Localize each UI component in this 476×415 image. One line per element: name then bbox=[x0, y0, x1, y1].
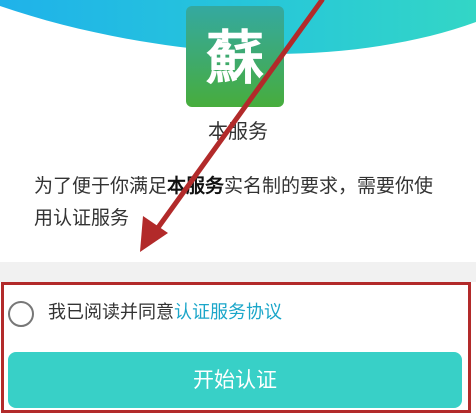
description-emphasis: 本服务 bbox=[167, 175, 225, 197]
agreement-row[interactable]: 我已阅读并同意认证服务协议 bbox=[0, 282, 476, 344]
service-name: 本服务 bbox=[208, 119, 268, 143]
start-auth-button[interactable]: 开始认证 bbox=[8, 352, 462, 408]
app-logo: 蘇 bbox=[186, 6, 284, 107]
description-before: 为了便于你满足 bbox=[34, 175, 168, 197]
agreement-link[interactable]: 认证服务协议 bbox=[174, 302, 282, 323]
agreement-radio[interactable] bbox=[8, 301, 34, 327]
logo-glyph: 蘇 bbox=[206, 24, 264, 92]
agreement-text: 我已阅读并同意认证服务协议 bbox=[48, 300, 282, 326]
agreement-prefix: 我已阅读并同意 bbox=[48, 302, 174, 323]
auth-consent-page: 蘇 本服务 为了便于你满足本服务实名制的要求，需要你使用认证服务 我已阅读并同意… bbox=[0, 0, 476, 415]
section-divider bbox=[0, 262, 476, 282]
description-text: 为了便于你满足本服务实名制的要求，需要你使用认证服务 bbox=[34, 170, 444, 234]
